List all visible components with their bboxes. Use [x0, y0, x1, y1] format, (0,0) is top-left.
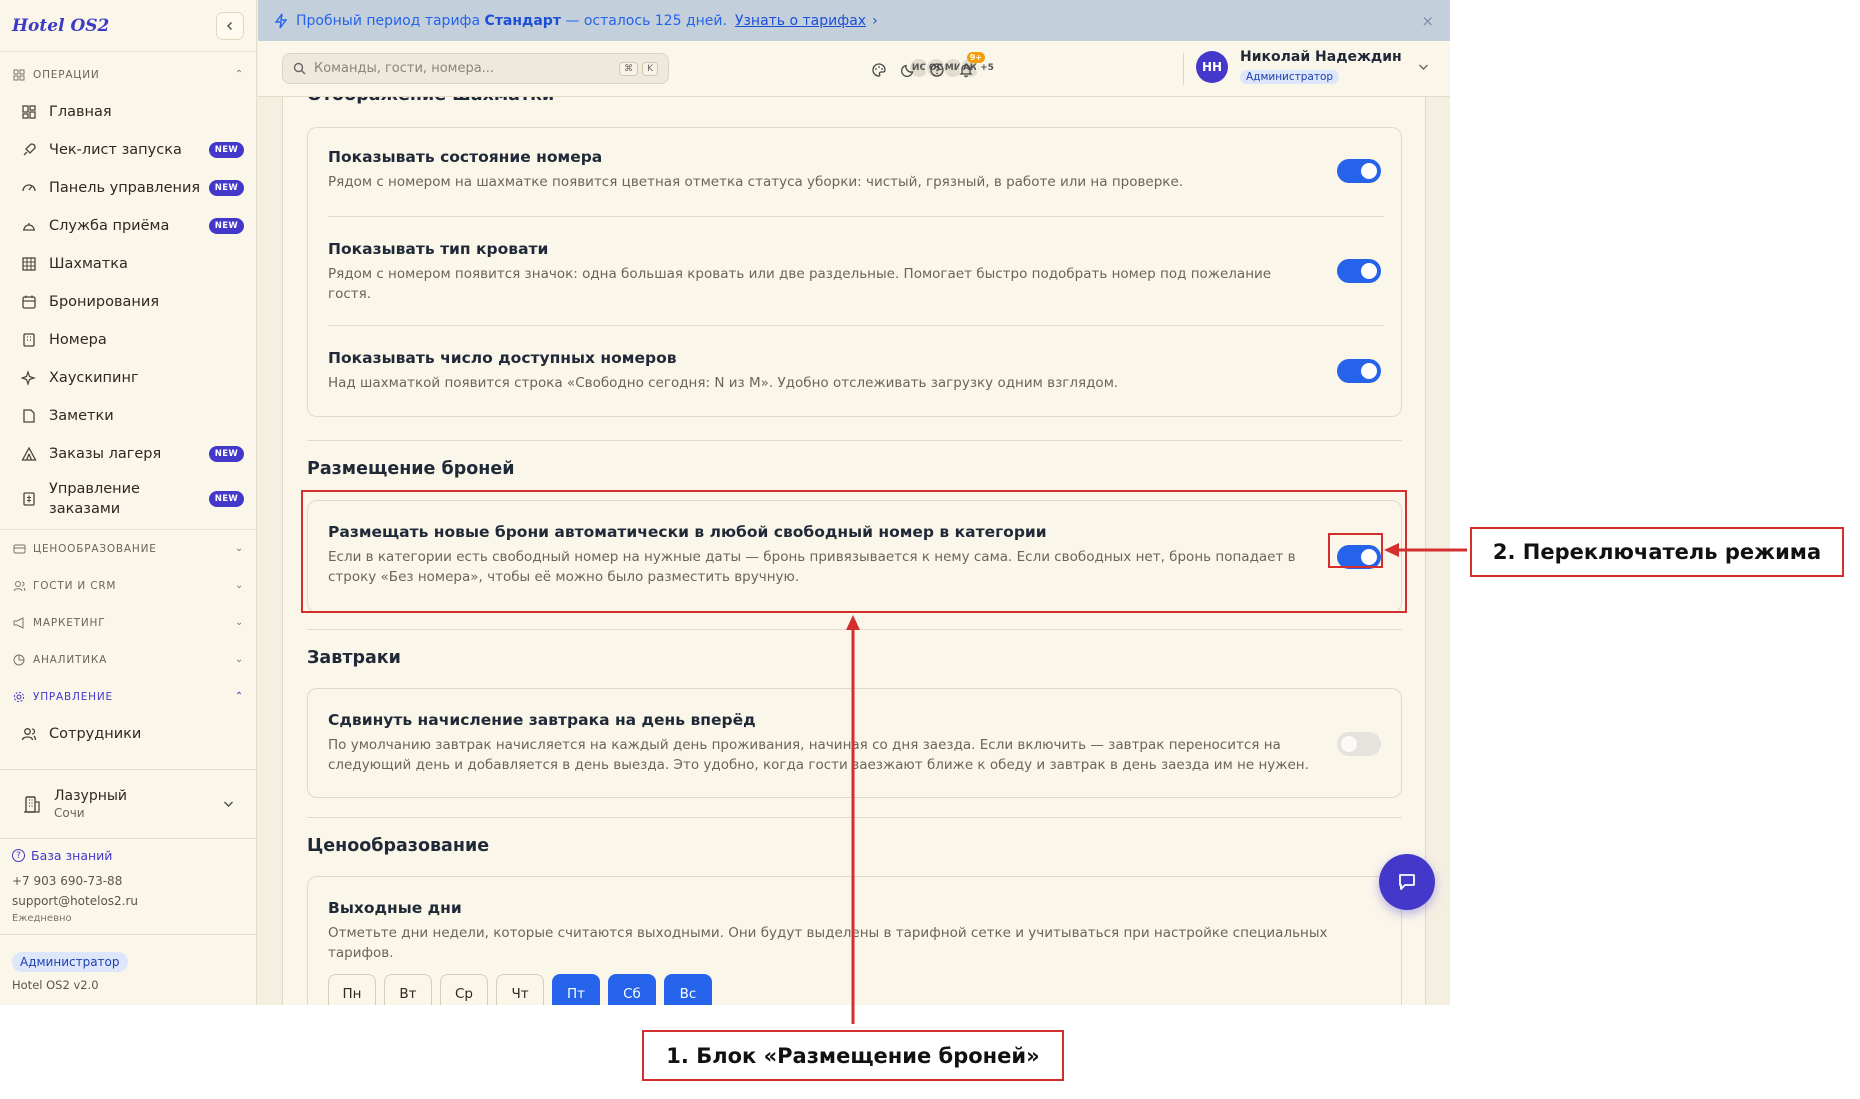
- annotation-label-block: 1. Блок «Размещение броней»: [642, 1030, 1064, 1081]
- annotation-label-toggle: 2. Переключатель режима: [1470, 527, 1844, 577]
- screenshot-stage: Hotel OS2 ОПЕРАЦИИ ⌃ Главная Чек-лист за…: [0, 0, 1860, 1099]
